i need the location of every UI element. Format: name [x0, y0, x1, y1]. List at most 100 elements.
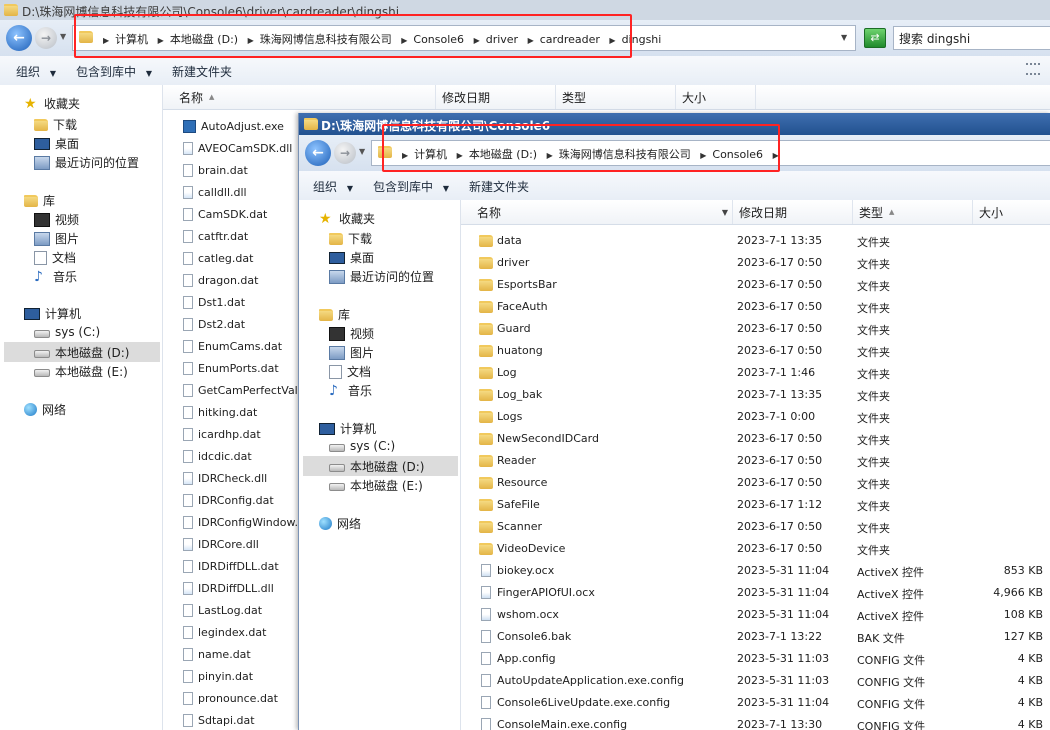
table-row[interactable]: Resource 2023-6-17 0:50 文件夹 — [461, 472, 1050, 494]
nav-videos[interactable]: 视频 — [329, 325, 374, 342]
nav-recent[interactable]: 最近访问的位置 — [329, 268, 434, 285]
nav-drive-c[interactable]: sys (C:) — [34, 325, 100, 339]
column-size[interactable]: 大小 — [676, 85, 756, 109]
forward-button[interactable]: → — [35, 27, 57, 49]
file-row[interactable]: Dst1.dat — [183, 291, 245, 313]
nav-pictures[interactable]: 图片 — [329, 344, 374, 361]
column-date[interactable]: 修改日期 — [733, 200, 853, 224]
nav-network[interactable]: 网络 — [24, 401, 66, 418]
include-in-library-button[interactable]: 包含到库中 ▼ — [373, 178, 449, 195]
file-row[interactable]: GetCamPerfectValue — [183, 379, 299, 401]
table-row[interactable]: SafeFile 2023-6-17 1:12 文件夹 — [461, 494, 1050, 516]
file-row[interactable]: AVEOCamSDK.dll — [183, 137, 292, 159]
file-row[interactable]: dragon.dat — [183, 269, 258, 291]
nav-drive-d[interactable]: 本地磁盘 (D:) — [329, 458, 424, 475]
table-row[interactable]: EsportsBar 2023-6-17 0:50 文件夹 — [461, 274, 1050, 296]
file-row[interactable]: pinyin.dat — [183, 665, 253, 687]
column-type[interactable]: 类型 — [556, 85, 676, 109]
file-row[interactable]: catftr.dat — [183, 225, 248, 247]
history-dropdown-icon[interactable]: ▼ — [60, 32, 66, 41]
column-size[interactable]: 大小 — [973, 200, 1050, 224]
column-date[interactable]: 修改日期 — [436, 85, 556, 109]
column-name[interactable]: 名称 ▲ — [173, 85, 436, 109]
forward-button[interactable]: → — [334, 142, 356, 164]
table-row[interactable]: huatong 2023-6-17 0:50 文件夹 — [461, 340, 1050, 362]
table-row[interactable]: FingerAPIOfUI.ocx 2023-5-31 11:04 ActiveX … — [461, 582, 1050, 604]
nav-desktop[interactable]: 桌面 — [329, 249, 374, 266]
file-row[interactable]: icardhp.dat — [183, 423, 261, 445]
nav-favorites[interactable]: ★ 收藏夹 — [319, 210, 375, 227]
file-row[interactable]: name.dat — [183, 643, 251, 665]
table-row[interactable]: data 2023-7-1 13:35 文件夹 — [461, 230, 1050, 252]
nav-libraries[interactable]: 库 — [319, 306, 350, 323]
table-row[interactable]: NewSecondIDCard 2023-6-17 0:50 文件夹 — [461, 428, 1050, 450]
nav-favorites[interactable]: ★ 收藏夹 — [24, 95, 80, 112]
back-button[interactable]: ← — [305, 140, 331, 166]
organize-button[interactable]: 组织 ▼ — [313, 178, 353, 195]
nav-documents[interactable]: 文档 — [329, 363, 371, 380]
table-row[interactable]: AutoUpdateApplication.exe.config 2023-5-3… — [461, 670, 1050, 692]
nav-libraries[interactable]: 库 — [24, 192, 55, 209]
file-row[interactable]: IDRConfigWindow.d — [183, 511, 299, 533]
table-row[interactable]: Log 2023-7-1 1:46 文件夹 — [461, 362, 1050, 384]
nav-downloads[interactable]: 下载 — [34, 116, 77, 133]
table-row[interactable]: wshom.ocx 2023-5-31 11:04 ActiveX 控件 108 KB — [461, 604, 1050, 626]
table-row[interactable]: driver 2023-6-17 0:50 文件夹 — [461, 252, 1050, 274]
file-row[interactable]: IDRCheck.dll — [183, 467, 267, 489]
table-row[interactable]: Scanner 2023-6-17 0:50 文件夹 — [461, 516, 1050, 538]
file-row[interactable]: catleg.dat — [183, 247, 253, 269]
file-row[interactable]: Sdtapi.dat — [183, 709, 255, 730]
nav-videos[interactable]: 视频 — [34, 211, 79, 228]
table-row[interactable]: Guard 2023-6-17 0:50 文件夹 — [461, 318, 1050, 340]
nav-documents[interactable]: 文档 — [34, 249, 76, 266]
address-dropdown-icon[interactable]: ▼ — [841, 33, 847, 42]
table-row[interactable]: VideoDevice 2023-6-17 0:50 文件夹 — [461, 538, 1050, 560]
table-row[interactable]: Log_bak 2023-7-1 13:35 文件夹 — [461, 384, 1050, 406]
file-row[interactable]: IDRConfig.dat — [183, 489, 274, 511]
table-row[interactable]: Console6.bak 2023-7-1 13:22 BAK 文件 127 KB — [461, 626, 1050, 648]
table-row[interactable]: Console6LiveUpdate.exe.config 2023-5-31 1… — [461, 692, 1050, 714]
file-row[interactable]: IDRDiffDLL.dll — [183, 577, 274, 599]
nav-music[interactable]: ♪ 音乐 — [329, 382, 372, 399]
file-row[interactable]: IDRCore.dll — [183, 533, 259, 555]
nav-computer[interactable]: 计算机 — [319, 420, 376, 437]
file-row[interactable]: pronounce.dat — [183, 687, 278, 709]
column-name[interactable]: 名称 ▼ — [471, 200, 733, 224]
nav-downloads[interactable]: 下载 — [329, 230, 372, 247]
chevron-down-icon[interactable]: ▼ — [722, 208, 728, 217]
file-row[interactable]: Dst2.dat — [183, 313, 245, 335]
table-row[interactable]: App.config 2023-5-31 11:03 CONFIG 文件 4 KB — [461, 648, 1050, 670]
history-dropdown-icon[interactable]: ▼ — [359, 147, 365, 156]
table-row[interactable]: ConsoleMain.exe.config 2023-7-1 13:30 CONF… — [461, 714, 1050, 730]
file-row[interactable]: EnumPorts.dat — [183, 357, 279, 379]
file-row[interactable]: LastLog.dat — [183, 599, 262, 621]
nav-drive-e[interactable]: 本地磁盘 (E:) — [329, 477, 423, 494]
nav-computer[interactable]: 计算机 — [24, 305, 81, 322]
table-row[interactable]: Logs 2023-7-1 0:00 文件夹 — [461, 406, 1050, 428]
table-row[interactable]: FaceAuth 2023-6-17 0:50 文件夹 — [461, 296, 1050, 318]
file-row[interactable]: AutoAdjust.exe — [183, 115, 284, 137]
back-button[interactable]: ← — [6, 25, 32, 51]
nav-network[interactable]: 网络 — [319, 515, 361, 532]
new-folder-button[interactable]: 新建文件夹 — [469, 178, 529, 195]
nav-drive-c[interactable]: sys (C:) — [329, 439, 395, 453]
include-in-library-button[interactable]: 包含到库中 ▼ — [76, 63, 152, 80]
table-row[interactable]: biokey.ocx 2023-5-31 11:04 ActiveX 控件 853 K… — [461, 560, 1050, 582]
new-folder-button[interactable]: 新建文件夹 — [172, 63, 232, 80]
file-row[interactable]: brain.dat — [183, 159, 248, 181]
file-row[interactable]: hitking.dat — [183, 401, 257, 423]
nav-recent[interactable]: 最近访问的位置 — [34, 154, 139, 171]
nav-drive-d[interactable]: 本地磁盘 (D:) — [34, 344, 129, 361]
table-row[interactable]: Reader 2023-6-17 0:50 文件夹 — [461, 450, 1050, 472]
file-row[interactable]: CamSDK.dat — [183, 203, 267, 225]
file-row[interactable]: IDRDiffDLL.dat — [183, 555, 279, 577]
nav-drive-e[interactable]: 本地磁盘 (E:) — [34, 363, 128, 380]
nav-desktop[interactable]: 桌面 — [34, 135, 79, 152]
file-row[interactable]: idcdic.dat — [183, 445, 252, 467]
file-row[interactable]: legindex.dat — [183, 621, 266, 643]
refresh-button[interactable]: ⇄ — [864, 28, 886, 48]
organize-button[interactable]: 组织 ▼ — [16, 63, 56, 80]
nav-pictures[interactable]: 图片 — [34, 230, 79, 247]
view-options-icon[interactable] — [1026, 63, 1040, 75]
search-input[interactable]: 搜索 dingshi — [893, 26, 1050, 50]
